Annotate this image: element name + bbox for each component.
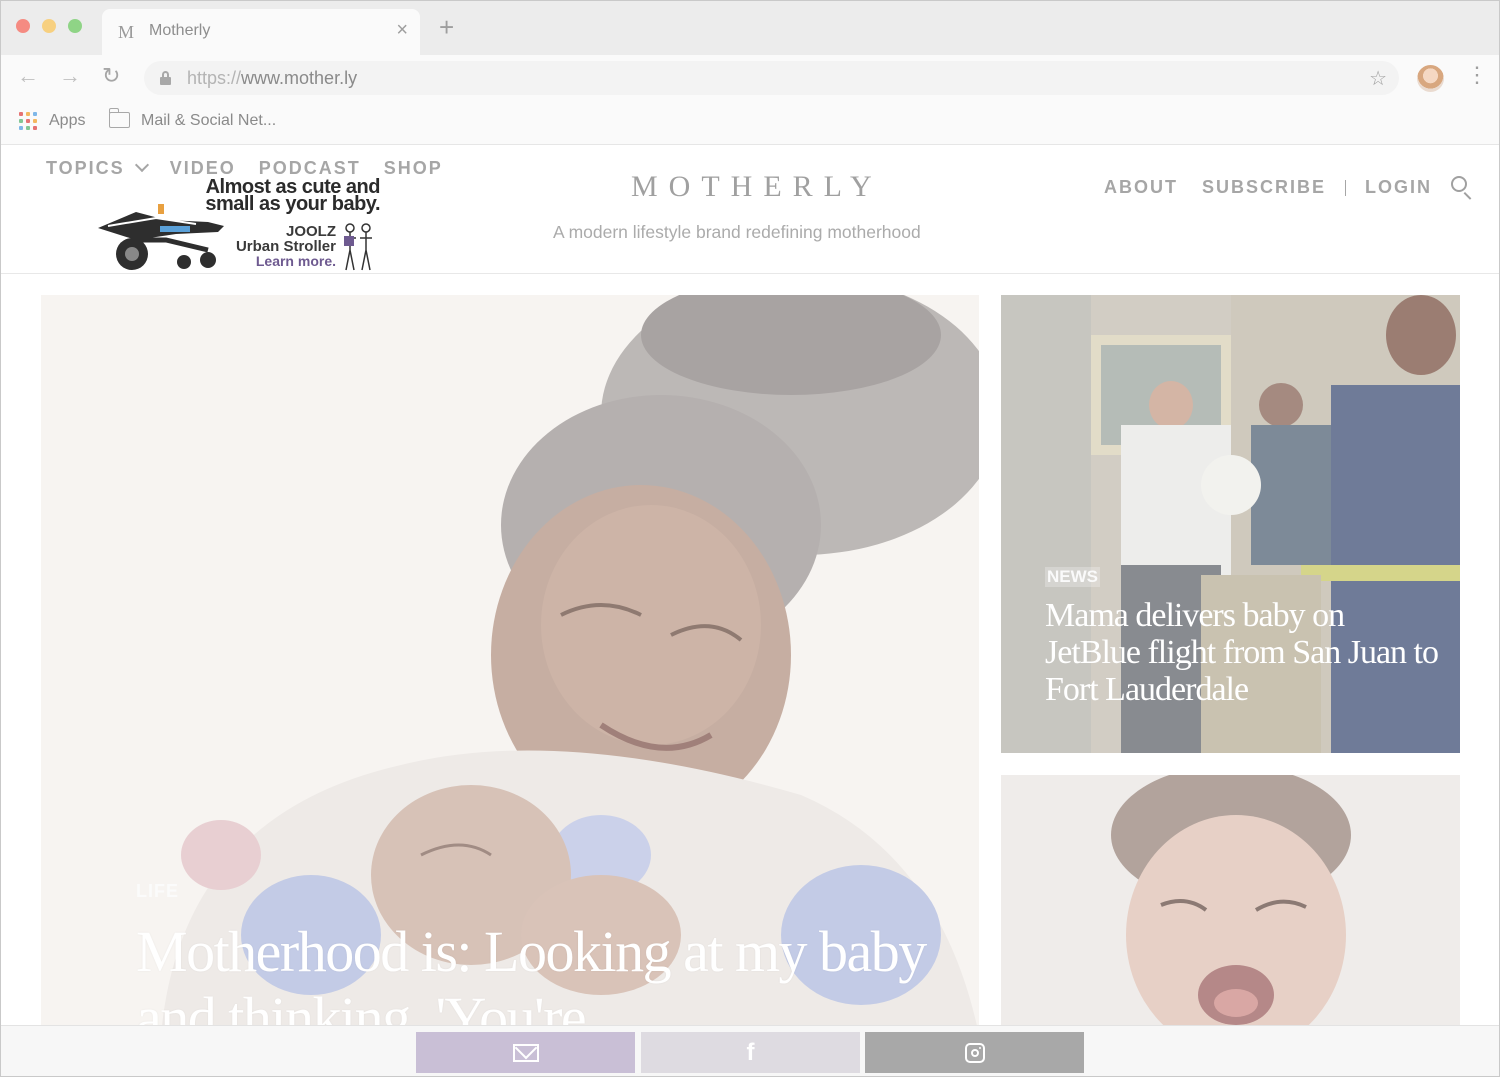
nav-topics[interactable]: TOPICS [46,157,149,179]
tab-strip: M Motherly × + [1,1,1499,55]
crying-toddler-photo [1001,775,1460,1035]
share-instagram-button[interactable] [865,1032,1084,1073]
ad-learn-more-link[interactable]: Learn more. [216,254,336,269]
lock-icon [160,71,171,85]
parents-illustration [344,223,372,271]
bookmarks-bar: Apps Mail & Social Net... [1,101,1499,145]
url-text[interactable]: https://www.mother.ly [187,68,357,89]
ad-headline: Almost as cute and small as your baby. [205,176,380,215]
card-category-tag[interactable]: NEWS [1045,567,1100,587]
back-arrow-icon[interactable]: ← [17,65,39,87]
card-headline[interactable]: Mama delivers baby on JetBlue flight fro… [1045,597,1445,708]
search-icon[interactable] [1451,176,1475,200]
nav-about[interactable]: ABOUT [1104,177,1178,198]
motherly-favicon-icon: M [118,22,134,42]
nav-topics-label: TOPICS [46,158,125,178]
nav-divider [1345,179,1347,196]
tab-close-icon[interactable]: × [396,19,408,42]
share-email-button[interactable] [416,1032,635,1073]
share-bar: f [1,1025,1499,1076]
email-icon [512,1043,539,1062]
close-window-button[interactable] [16,19,30,33]
facebook-icon: f [746,1038,755,1066]
browser-tab-motherly[interactable]: M Motherly × [102,9,420,55]
reload-icon[interactable]: ↻ [102,65,120,87]
share-facebook-button[interactable]: f [641,1032,860,1073]
apps-grid-icon[interactable] [19,112,37,130]
folder-icon[interactable] [109,108,130,128]
chevron-down-icon [134,157,149,173]
url-scheme: https:// [187,68,242,88]
article-card-toddler[interactable] [1001,775,1460,1035]
account-nav: ABOUT SUBSCRIBE LOGIN [1104,177,1432,198]
instagram-icon [964,1042,985,1063]
bookmark-mail-social[interactable]: Mail & Social Net... [141,112,276,130]
url-host: www.mother.ly [241,68,358,88]
minimize-window-button[interactable] [42,19,56,33]
new-tab-button[interactable]: + [439,14,454,40]
nav-login[interactable]: LOGIN [1365,177,1432,198]
hero-category-tag[interactable]: LIFE [136,881,179,902]
joolz-ad-banner[interactable]: Almost as cute and small as your baby. J… [96,176,381,272]
motherly-logo[interactable]: MOTHERLY [631,170,883,204]
ad-product: Urban Stroller [235,238,336,255]
address-bar[interactable]: https://www.mother.ly ☆ [144,61,1399,95]
nav-shop[interactable]: SHOP [384,158,443,179]
ad-brand: JOOLZ [285,223,336,240]
site-tagline: A modern lifestyle brand redefining moth… [553,222,921,242]
forward-arrow-icon[interactable]: → [59,65,81,87]
maximize-window-button[interactable] [68,19,82,33]
tab-title: Motherly [149,22,211,39]
site-header: TOPICS VIDEO PODCAST SHOP Almost as cute… [1,146,1499,274]
profile-avatar[interactable] [1417,65,1444,92]
browser-menu-icon[interactable]: ⋮ [1466,64,1488,86]
bookmark-apps[interactable]: Apps [49,112,85,130]
browser-window: M Motherly × + ← → ↻ https://www.mother.… [0,0,1500,1077]
bookmark-star-icon[interactable]: ☆ [1369,66,1387,91]
nav-subscribe[interactable]: SUBSCRIBE [1202,177,1326,198]
browser-toolbar: ← → ↻ https://www.mother.ly ☆ ⋮ [1,55,1499,101]
